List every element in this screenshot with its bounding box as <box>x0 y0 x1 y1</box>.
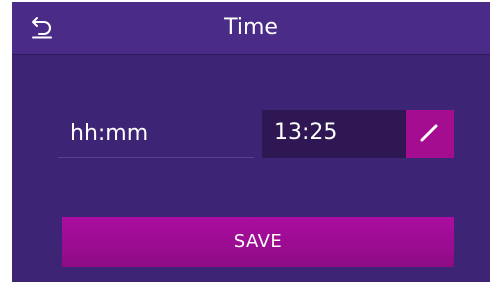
back-arrow-icon <box>31 14 55 44</box>
back-button[interactable] <box>26 12 60 46</box>
save-button[interactable]: SAVE <box>62 217 454 267</box>
header-bar: Time <box>12 2 490 55</box>
time-format-label: hh:mm <box>58 110 254 158</box>
time-settings-screen: Time hh:mm 13:25 SAVE <box>12 2 490 282</box>
page-title: Time <box>224 15 278 40</box>
edit-time-button[interactable] <box>406 110 454 158</box>
time-value-field[interactable]: 13:25 <box>262 110 406 158</box>
pencil-icon <box>417 119 443 149</box>
